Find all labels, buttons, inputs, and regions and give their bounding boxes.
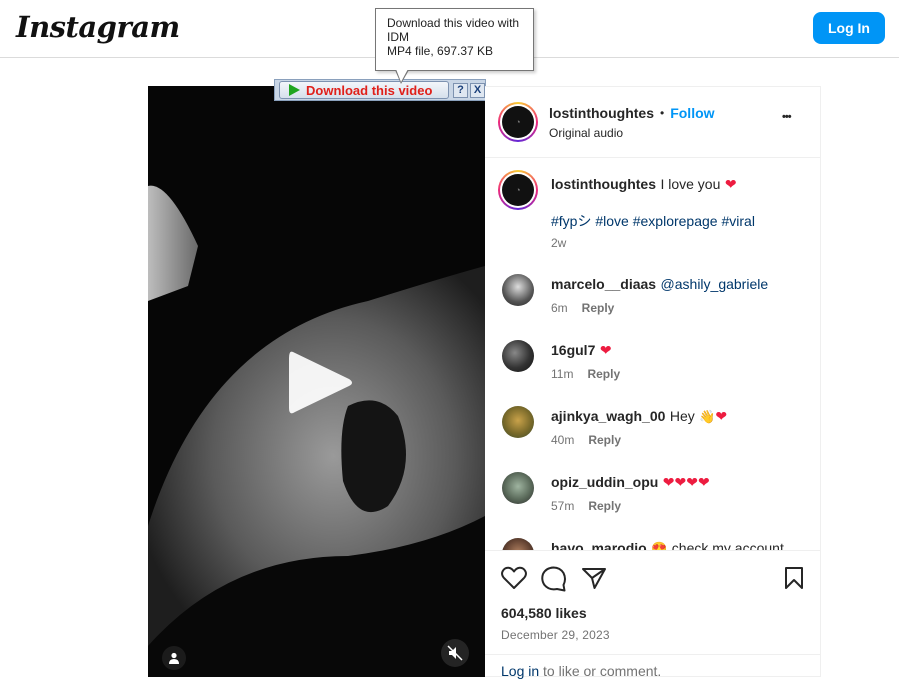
reply-button[interactable]: Reply <box>582 301 615 315</box>
comment-item: ajinkya_wagh_00 Hey 👋❤ <box>551 408 727 426</box>
hashtag-link[interactable]: #explorepage <box>633 213 718 229</box>
save-bookmark-icon[interactable] <box>784 566 804 595</box>
share-send-icon[interactable] <box>581 566 607 595</box>
comment-item: havo_marodio 😍 check my account <box>551 540 784 550</box>
like-count[interactable]: 604,580 likes <box>501 605 587 621</box>
commenter-avatar[interactable] <box>502 340 534 372</box>
post-header: ◔ lostinthoughtes • Follow Original audi… <box>485 87 820 158</box>
hashtag-link[interactable]: #fypシ <box>551 213 591 229</box>
author-username[interactable]: lostinthoughtes <box>549 105 654 121</box>
comment-item: 16gul7 ❤ <box>551 342 612 360</box>
smiling-emoji: 😍 <box>651 541 668 550</box>
idm-tooltip-line: MP4 file, 697.37 KB <box>387 44 494 58</box>
reply-button[interactable]: Reply <box>587 367 620 381</box>
idm-tooltip: Download this video with IDM MP4 file, 6… <box>375 8 534 71</box>
idm-close-button[interactable]: X <box>470 82 485 98</box>
post-details-panel: ◔ lostinthoughtes • Follow Original audi… <box>485 86 821 679</box>
waving-hand-emoji: 👋 <box>699 409 716 424</box>
comment-meta: 11m Reply <box>551 367 620 381</box>
caption-timestamp: 2w <box>551 236 567 250</box>
comments-list[interactable]: ◔ lostinthoughtes I love you ❤ #fypシ #lo… <box>485 159 820 550</box>
more-options-icon[interactable]: ••• <box>782 111 792 123</box>
reply-button[interactable]: Reply <box>588 499 621 513</box>
idm-download-label: Download this video <box>306 82 433 98</box>
caption-username[interactable]: lostinthoughtes <box>551 176 656 192</box>
author-avatar[interactable]: ◔ <box>498 102 538 142</box>
video-player[interactable] <box>148 86 485 677</box>
comment-bubble-icon[interactable] <box>541 566 567 597</box>
caption: lostinthoughtes I love you ❤ <box>551 176 811 194</box>
comment-time: 40m <box>551 433 575 447</box>
comment-item: marcelo__diaas @ashily_gabriele <box>551 276 768 294</box>
login-to-comment: Log in to like or comment. <box>485 654 820 679</box>
caption-author-avatar[interactable]: ◔ <box>498 170 538 210</box>
original-audio-link[interactable]: Original audio <box>549 126 623 140</box>
comment-time: 11m <box>551 367 574 381</box>
idm-tooltip-line: Download this video with <box>387 16 520 30</box>
hashtag-link[interactable]: #viral <box>721 213 754 229</box>
commenter-avatar[interactable] <box>502 406 534 438</box>
caption-hashtags: #fypシ #love #explorepage #viral <box>551 211 755 231</box>
commenter-avatar[interactable] <box>502 472 534 504</box>
red-heart-emoji: ❤ <box>724 176 737 192</box>
separator-dot: • <box>660 106 665 120</box>
audio-muted-icon[interactable] <box>441 639 469 667</box>
comment-mention[interactable]: @ashily_gabriele <box>661 276 769 292</box>
tagged-user-icon[interactable] <box>162 646 186 670</box>
red-heart-emoji: ❤ <box>697 474 710 490</box>
red-heart-emoji: ❤ <box>599 342 612 358</box>
comment-text: check my account <box>671 540 784 550</box>
comment-username[interactable]: ajinkya_wagh_00 <box>551 408 665 424</box>
red-heart-emoji: ❤ <box>715 408 728 424</box>
commenter-avatar[interactable] <box>502 274 534 306</box>
commenter-avatar[interactable] <box>502 538 534 550</box>
comment-username[interactable]: marcelo__diaas <box>551 276 656 292</box>
comment-text: Hey <box>669 408 695 424</box>
comment-time: 6m <box>551 301 568 315</box>
hashtag-link[interactable]: #love <box>595 213 628 229</box>
log-in-button[interactable]: Log In <box>813 12 885 44</box>
comment-username[interactable]: havo_marodio <box>551 540 647 550</box>
comment-username[interactable]: opiz_uddin_opu <box>551 474 658 490</box>
comment-meta: 40m Reply <box>551 433 621 447</box>
comment-item: opiz_uddin_opu ❤❤❤❤ <box>551 474 710 492</box>
follow-button[interactable]: Follow <box>670 105 714 121</box>
idm-download-panel: Download this video ? X <box>274 79 486 101</box>
like-heart-icon[interactable] <box>501 566 527 595</box>
reply-button[interactable]: Reply <box>588 433 621 447</box>
play-arrow-icon <box>289 84 300 96</box>
play-icon[interactable] <box>287 348 357 418</box>
red-heart-emoji: ❤ <box>674 474 687 490</box>
instagram-logo[interactable]: Instagram <box>16 10 180 44</box>
avatar-image: ◔ <box>502 106 534 138</box>
idm-help-button[interactable]: ? <box>453 82 468 98</box>
comment-meta: 6m Reply <box>551 301 614 315</box>
red-heart-emoji: ❤ <box>662 474 675 490</box>
idm-tooltip-line: IDM <box>387 30 409 44</box>
idm-download-button[interactable]: Download this video <box>279 81 449 99</box>
post-date: December 29, 2023 <box>501 628 610 642</box>
comment-meta: 57m Reply <box>551 499 621 513</box>
comment-username[interactable]: 16gul7 <box>551 342 595 358</box>
avatar-image: ◔ <box>502 174 534 206</box>
comment-time: 57m <box>551 499 575 513</box>
tooltip-pointer-fill <box>396 69 408 82</box>
red-heart-emoji: ❤ <box>686 474 698 490</box>
caption-text: I love you <box>660 176 721 192</box>
